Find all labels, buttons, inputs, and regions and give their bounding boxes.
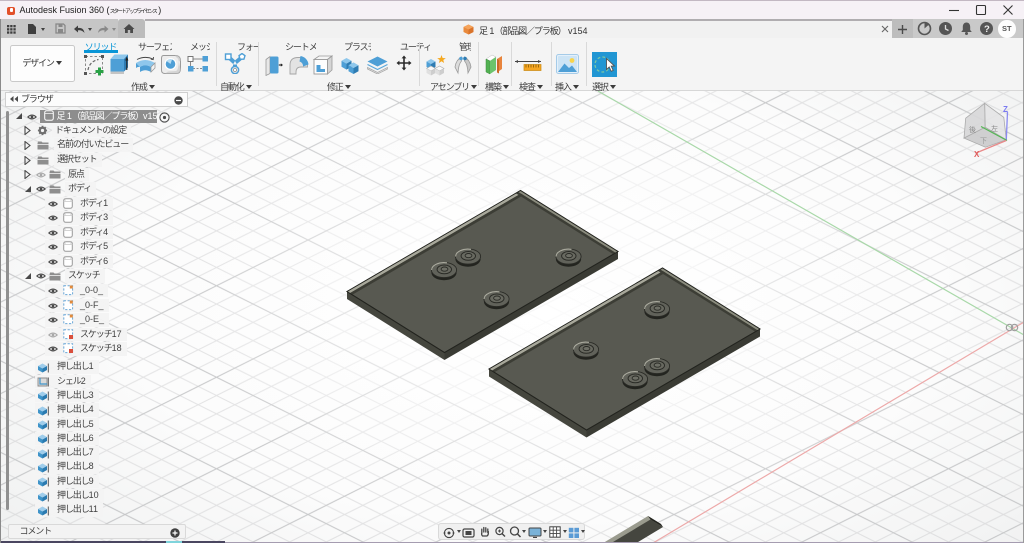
svg-text:後: 後 <box>969 125 976 134</box>
svg-text:X: X <box>974 150 980 159</box>
svg-text:左: 左 <box>991 124 998 133</box>
svg-text:下: 下 <box>980 137 987 145</box>
svg-text:Z: Z <box>1003 105 1008 114</box>
svg-text:?: ? <box>984 24 990 35</box>
